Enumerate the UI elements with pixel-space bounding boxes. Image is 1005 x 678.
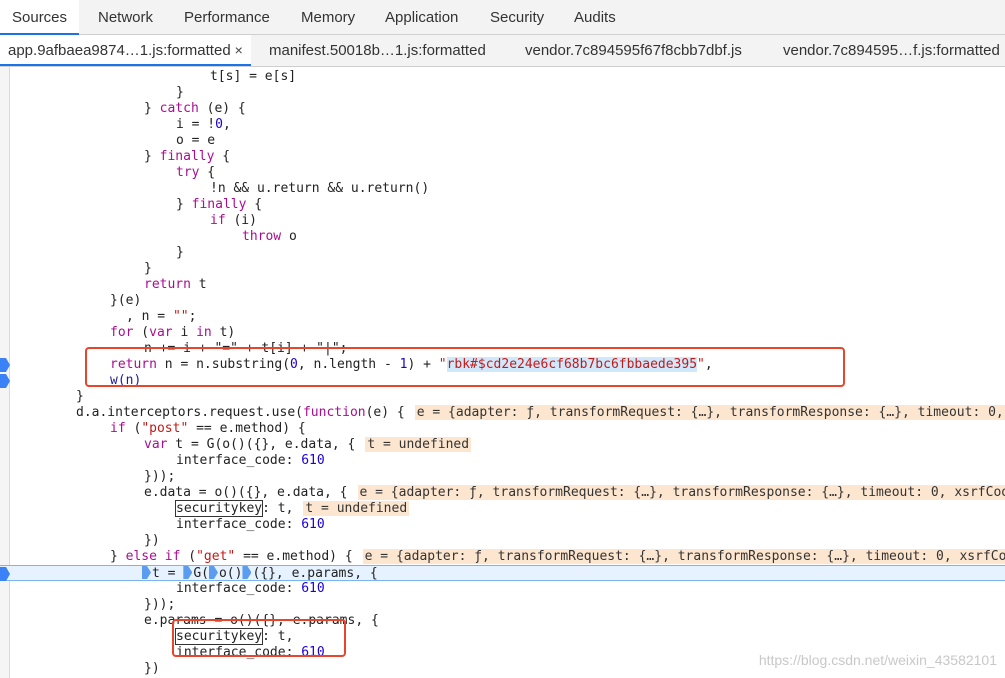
code-line: e.data = o()({}, e.data, {e = {adapter: … [12, 485, 1005, 501]
code-line: !n && u.return && u.return() [210, 181, 430, 196]
inline-variable-value: e = {adapter: ƒ, transformRequest: {…}, … [357, 485, 1005, 500]
annotation-highlight-box [85, 347, 845, 387]
code-line: e.params = o()({}, e.params, { [144, 613, 379, 628]
watermark: https://blog.csdn.net/weixin_43582101 [758, 652, 997, 668]
code-line: interface_code: 610 [176, 453, 325, 468]
editor-file-tabs: app.9afbaea9874…1.js:formatted × manifest… [0, 35, 1005, 67]
tab-security[interactable]: Security [490, 0, 544, 35]
file-tab-vendor[interactable]: vendor.7c894595f67f8cbb7dbf.js [525, 35, 742, 66]
code-line: }) [144, 533, 160, 548]
code-line: })); [144, 597, 176, 612]
code-line: t[s] = e[s] [210, 69, 297, 84]
code-line: } [76, 389, 84, 404]
code-line: } catch (e) { [144, 101, 246, 116]
tab-memory[interactable]: Memory [301, 0, 355, 35]
code-line: , n = ""; [126, 309, 197, 324]
code-line: securitykey: t, t = undefined [174, 500, 410, 517]
code-line: interface_code: 610 [176, 581, 325, 596]
code-line: } finally { [144, 149, 231, 164]
code-line: for (var i in t) [110, 325, 236, 340]
tab-performance[interactable]: Performance [184, 0, 270, 35]
code-line: o = e [176, 133, 216, 148]
tab-sources[interactable]: Sources [0, 0, 80, 35]
file-tab-app-formatted[interactable]: app.9afbaea9874…1.js:formatted × [0, 35, 251, 66]
code-line: return t [144, 277, 207, 292]
tab-network[interactable]: Network [98, 0, 153, 35]
code-line: }(e) [110, 293, 142, 308]
code-line: if (i) [210, 213, 257, 228]
line-gutter[interactable] [0, 67, 10, 678]
inline-variable-value: e = {adapter: ƒ, transformRequest: {…}, … [362, 549, 1005, 564]
code-line: throw o [242, 229, 297, 244]
code-line: if ("post" == e.method) { [110, 421, 306, 436]
step-marker-icon [208, 566, 218, 579]
code-line: d.a.interceptors.request.use(function(e)… [12, 405, 1005, 421]
tab-application[interactable]: Application [385, 0, 458, 35]
close-icon[interactable]: × [235, 42, 243, 58]
annotation-highlight-box [172, 619, 346, 657]
tab-audits[interactable]: Audits [574, 0, 616, 35]
inline-variable-value: e = {adapter: ƒ, transformRequest: {…}, … [414, 405, 1005, 420]
file-tab-vendor-formatted[interactable]: vendor.7c894595…f.js:formatted [783, 35, 1000, 66]
devtools-panel-tabs: Sources Network Performance Memory Appli… [0, 0, 1005, 35]
code-line: try { [176, 165, 216, 180]
code-line: } [176, 245, 184, 260]
step-marker-icon [183, 566, 193, 579]
code-line: } [176, 85, 184, 100]
inline-variable-value: t = undefined [365, 437, 472, 452]
code-line: i = !0, [176, 117, 231, 132]
step-marker-icon [242, 566, 252, 579]
code-line: } [144, 261, 152, 276]
file-tab-manifest-formatted[interactable]: manifest.50018b…1.js:formatted [269, 35, 486, 66]
code-line: } else if ("get" == e.method) {e = {adap… [12, 549, 1005, 565]
code-line: })); [144, 469, 176, 484]
code-line: var t = G(o()({}, e.data, {t = undefined [144, 437, 472, 452]
execution-pointer-icon [142, 566, 151, 579]
securitykey-token: securitykey [174, 500, 264, 517]
code-line: securitykey: t, [174, 628, 294, 645]
breakpoint-marker-icon[interactable] [0, 567, 10, 581]
inline-variable-value: t = undefined [303, 501, 410, 516]
code-editor[interactable]: t[s] = e[s] } } catch (e) { i = !0, o = … [0, 67, 1005, 678]
code-line: interface_code: 610 [176, 517, 325, 532]
current-execution-line: t = G(o() ({}, e.params, { [0, 565, 1005, 581]
file-tab-label: app.9afbaea9874…1.js:formatted [8, 42, 231, 59]
code-line: } finally { [176, 197, 263, 212]
